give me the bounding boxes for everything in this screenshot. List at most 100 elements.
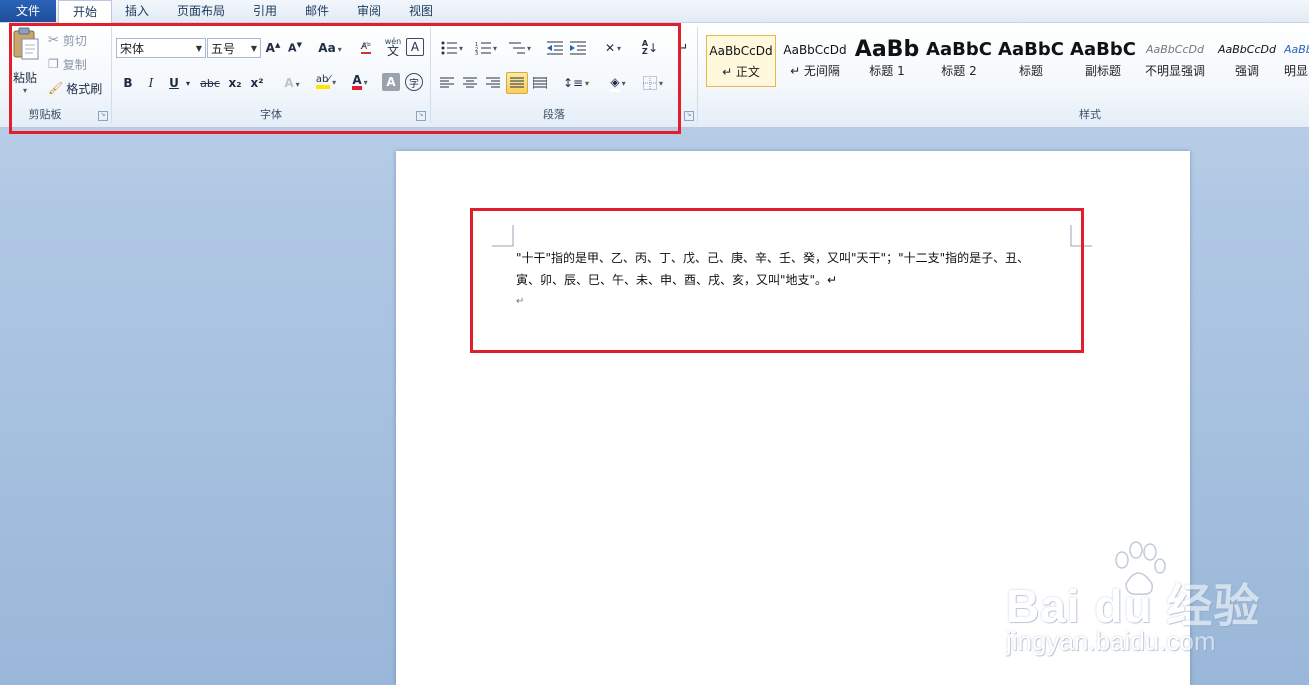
document-line: "十干"指的是甲、乙、丙、丁、戊、己、庚、辛、壬、癸，又叫"天干"；"十二支"指… (516, 251, 1030, 265)
style-sample: AaBbCcDd (1146, 43, 1204, 56)
paragraph-dialog-launcher-icon[interactable]: ↘ (684, 111, 694, 121)
tab-review[interactable]: 审阅 (346, 0, 392, 22)
style-sample: AaBbC (926, 39, 992, 60)
style-subtitle[interactable]: AaBbC 副标题 (1068, 35, 1138, 87)
tab-file[interactable]: 文件 (0, 0, 56, 22)
show-marks-button[interactable]: ↵ (676, 39, 690, 57)
cut-label: 剪切 (62, 33, 87, 48)
justify-button[interactable] (506, 72, 528, 94)
text-effects-button[interactable]: A ▾ (280, 73, 304, 93)
align-left-icon (440, 77, 454, 88)
grow-font-button[interactable]: A▲ (264, 39, 282, 57)
style-heading-2[interactable]: AaBbC 标题 2 (924, 35, 994, 87)
format-painter-label: 格式刷 (66, 81, 103, 96)
align-center-button[interactable] (461, 73, 479, 93)
format-painter-button[interactable]: 🖌 格式刷 (48, 79, 106, 97)
strikethrough-button[interactable]: abc (198, 73, 222, 93)
increase-indent-button[interactable] (569, 39, 587, 57)
line-spacing-button[interactable]: ↕≡ ▾ (562, 73, 590, 93)
align-right-button[interactable] (484, 73, 502, 93)
chevron-down-icon: ▾ (526, 43, 531, 53)
paint-bucket-icon: ◈ (610, 75, 620, 92)
style-title[interactable]: AaBbC 标题 (996, 35, 1066, 87)
clear-format-button[interactable]: A̸ᵇ (356, 39, 376, 57)
paste-button[interactable]: 粘贴 ▾ (8, 27, 42, 97)
shading-button[interactable]: ◈ ▾ (602, 73, 634, 93)
chevron-down-icon[interactable]: ▾ (184, 73, 192, 93)
font-color-button[interactable]: A ▾ (346, 71, 374, 93)
bullets-button[interactable]: ▾ (438, 39, 466, 57)
distributed-button[interactable] (531, 73, 549, 93)
character-border-button[interactable]: A (406, 38, 424, 56)
paragraph-mark: ↵ (516, 296, 525, 307)
chevron-down-icon: ▾ (492, 43, 497, 53)
subscript-button[interactable]: x₂ (226, 73, 244, 93)
increase-indent-icon (570, 41, 586, 55)
font-name-combo[interactable]: 宋体 ▼ (116, 38, 206, 58)
change-case-button[interactable]: Aa ▾ (316, 39, 344, 57)
styles-group-label: 样式 (1079, 108, 1101, 121)
phonetic-guide-button[interactable]: wén 文 (382, 37, 404, 57)
clipboard-group-label: 剪贴板 (28, 108, 62, 121)
ribbon: 粘贴 ▾ ✂ 剪切 ❐ 复制 🖌 格式刷 剪贴板 ↘ 宋体 ▼ 五号 ▼ A▲ (0, 23, 1309, 128)
underline-button[interactable]: U (166, 73, 182, 93)
italic-button[interactable]: I (143, 73, 159, 93)
tab-home[interactable]: 开始 (58, 0, 112, 23)
decrease-indent-button[interactable] (546, 39, 564, 57)
tab-view[interactable]: 视图 (396, 0, 446, 22)
chevron-down-icon: ▾ (617, 43, 622, 53)
style-normal[interactable]: AaBbCcDd ↵ 正文 (706, 35, 776, 87)
document-body[interactable]: "十干"指的是甲、乙、丙、丁、戊、己、庚、辛、壬、癸，又叫"天干"；"十二支"指… (516, 247, 1076, 313)
copy-icon: ❐ (48, 57, 59, 71)
copy-button[interactable]: ❐ 复制 (48, 55, 100, 73)
borders-button[interactable]: ▾ (638, 73, 668, 93)
style-name: 标题 2 (941, 64, 977, 78)
grow-font-icon: A▲ (265, 41, 281, 55)
tab-insert[interactable]: 插入 (114, 0, 160, 22)
font-size-combo[interactable]: 五号 ▼ (207, 38, 261, 58)
style-no-spacing[interactable]: AaBbCcDd ↵ 无间隔 (780, 35, 850, 87)
highlight-color-button[interactable]: ab⁄ ▾ (310, 71, 342, 93)
chevron-down-icon: ▼ (195, 44, 202, 53)
superscript-button[interactable]: x² (248, 73, 266, 93)
style-heading-1[interactable]: AaBb 标题 1 (852, 35, 922, 87)
style-intense-emphasis[interactable]: AaBb 明显 (1284, 35, 1309, 87)
chinese-layout-button[interactable]: ✕ ▾ (598, 39, 628, 57)
clear-format-icon: A̸ᵇ (360, 42, 371, 54)
style-sample: AaBbCcDd (783, 43, 847, 57)
numbered-list-icon: 123 (475, 42, 491, 55)
chevron-down-icon: ▾ (22, 86, 27, 95)
align-left-button[interactable] (438, 73, 456, 93)
style-name: 标题 (1018, 64, 1043, 78)
font-group-label: 字体 (260, 108, 282, 121)
decrease-indent-icon (547, 41, 563, 55)
tab-mailings[interactable]: 邮件 (292, 0, 342, 22)
character-shading-icon: A (386, 75, 396, 89)
tab-page-layout[interactable]: 页面布局 (164, 0, 238, 22)
style-subtle-emphasis[interactable]: AaBbCcDd 不明显强调 (1140, 35, 1210, 87)
style-name: ↵ 无间隔 (790, 64, 840, 78)
numbering-button[interactable]: 123 ▾ (471, 39, 501, 57)
style-sample: AaBbC (1070, 39, 1136, 60)
enclose-characters-button[interactable]: 字 (405, 73, 423, 91)
font-dialog-launcher-icon[interactable]: ↘ (416, 111, 426, 121)
margin-corner-mark (492, 225, 514, 247)
tab-references[interactable]: 引用 (242, 0, 288, 22)
font-size-value: 五号 (211, 42, 236, 56)
style-emphasis[interactable]: AaBbCcDd 强调 (1212, 35, 1282, 87)
sort-button[interactable]: A Z ↓ (640, 39, 660, 57)
style-name: 不明显强调 (1144, 64, 1205, 78)
shrink-font-button[interactable]: A▼ (286, 39, 304, 57)
multilevel-list-button[interactable]: ▾ (505, 39, 535, 57)
bold-button[interactable]: B (120, 73, 136, 93)
style-sample: AaBb (854, 37, 920, 62)
cut-button[interactable]: ✂ 剪切 (48, 31, 100, 49)
clipboard-dialog-launcher-icon[interactable]: ↘ (98, 111, 108, 121)
text-effects-icon: A ▾ (284, 76, 300, 90)
character-shading-button[interactable]: A (382, 73, 400, 91)
style-sample: AaBbC (998, 39, 1064, 60)
scissors-icon: ✂ (48, 32, 59, 48)
shrink-font-icon: A▼ (288, 41, 302, 55)
style-sample: AaBb (1284, 43, 1309, 56)
character-border-icon: A (410, 40, 420, 54)
